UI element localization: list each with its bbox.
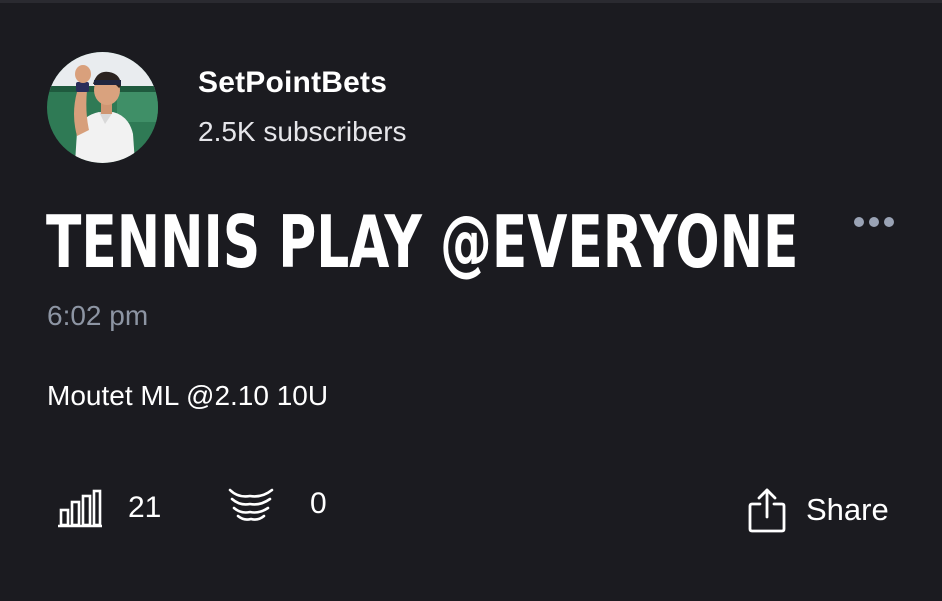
more-dots-icon (854, 217, 894, 227)
post-timestamp: 6:02 pm (47, 300, 149, 331)
views-stat: 21 (58, 484, 161, 532)
wings-icon (228, 488, 274, 521)
share-label: Share (806, 492, 889, 527)
views-count: 21 (128, 491, 162, 524)
subscriber-count: 2.5K subscribers (198, 116, 407, 147)
channel-name[interactable]: SetPointBets (198, 66, 387, 100)
share-icon (748, 488, 786, 533)
channel-avatar[interactable] (47, 52, 158, 163)
bar-chart-icon (58, 489, 102, 528)
reactions-stat[interactable]: 0 (228, 480, 327, 528)
post-title: TENNIS PLAY @EVERYONE (46, 200, 799, 284)
share-button[interactable]: Share (748, 484, 889, 536)
reactions-count: 0 (310, 487, 327, 520)
more-options-button[interactable] (848, 208, 900, 236)
tennis-player-avatar-icon (47, 52, 158, 163)
top-edge-divider (0, 0, 942, 3)
post-body: Moutet ML @2.10 10U (47, 380, 329, 411)
